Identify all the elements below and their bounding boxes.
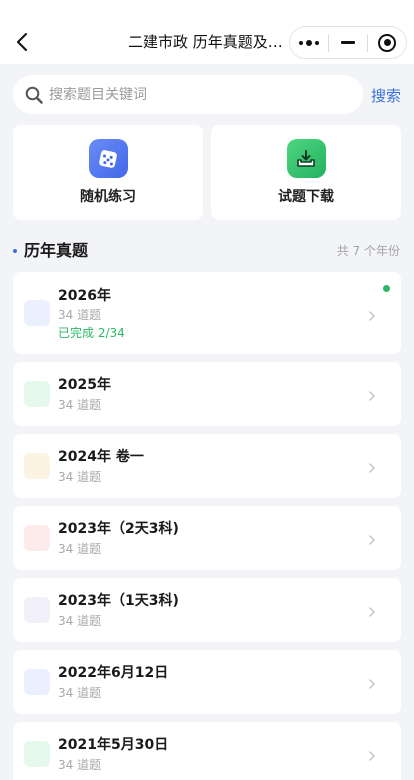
year-title: 2021年5月30日 [58,737,169,753]
back-button[interactable] [10,28,34,56]
question-count: 34 道题 [58,308,102,322]
year-icon [24,669,50,695]
question-count: 34 道题 [58,758,102,772]
year-card[interactable]: 2021年5月30日 34 道题 [13,722,401,780]
chevron-left-icon [17,33,27,51]
progress-text: 已完成 2/34 [58,326,125,340]
chevron-right-icon [369,607,375,617]
year-card[interactable]: 2024年 卷一 34 道题 [13,434,401,498]
year-title: 2022年6月12日 [58,665,169,681]
chevron-right-icon [369,751,375,761]
section-title: 历年真题 [24,241,89,260]
year-card[interactable]: 2025年 34 道题 [13,362,401,426]
chevron-right-icon [369,535,375,545]
year-card[interactable]: 2023年（2天3科) 34 道题 [13,506,401,570]
dice-icon [88,139,128,178]
year-icon [24,300,50,326]
search-bar [13,75,363,114]
question-count: 34 道题 [58,686,102,700]
download-papers-label: 试题下载 [278,189,334,205]
status-dot [383,285,390,292]
year-card[interactable]: 2026年 34 道题 已完成 2/34 [13,272,401,354]
download-tray-icon [286,139,326,178]
chevron-right-icon [369,391,375,401]
chevron-right-icon [369,679,375,689]
year-title: 2025年 [58,377,111,393]
minimize-button[interactable] [329,27,367,58]
question-count: 34 道题 [58,614,102,628]
chevron-right-icon [369,311,375,321]
download-papers-card[interactable]: 试题下载 [211,125,401,220]
year-title: 2024年 卷一 [58,449,144,465]
minimize-icon [341,41,355,44]
year-title: 2026年 [58,288,111,304]
search-input[interactable] [49,86,339,103]
year-card[interactable]: 2022年6月12日 34 道题 [13,650,401,714]
search-icon [25,86,43,104]
question-count: 34 道题 [58,398,102,412]
year-card[interactable]: 2023年（1天3科) 34 道题 [13,578,401,642]
year-icon [24,453,50,479]
close-target-icon [378,33,396,52]
year-title: 2023年（2天3科) [58,521,179,537]
nav-bar: 二建市政 历年真题及解... [0,0,414,64]
random-practice-card[interactable]: 随机练习 [13,125,203,220]
year-icon [24,525,50,551]
more-dots-icon [299,39,319,46]
year-title: 2023年（1天3科) [58,593,179,609]
random-practice-label: 随机练习 [80,189,136,205]
question-count: 34 道题 [58,470,102,484]
search-button[interactable]: 搜索 [371,86,401,106]
year-icon [24,597,50,623]
year-count: 共 7 个年份 [336,244,400,258]
chevron-right-icon [369,463,375,473]
close-button[interactable] [368,27,406,58]
section-bullet [13,249,17,253]
year-icon [24,381,50,407]
question-count: 34 道题 [58,542,102,556]
page-title: 二建市政 历年真题及解... [128,33,290,51]
more-button[interactable] [290,27,328,58]
year-icon [24,741,50,767]
mini-program-capsule [289,26,407,59]
